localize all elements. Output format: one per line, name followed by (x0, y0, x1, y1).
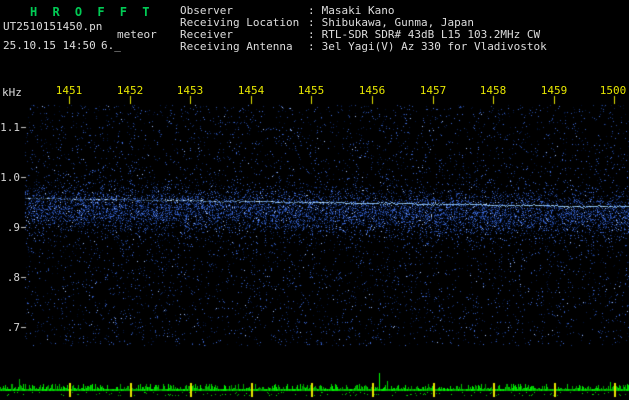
y-axis-unit: kHz (2, 86, 22, 99)
freq-tick-label: 1.0 (0, 171, 20, 184)
freq-tick-label: 1.1 (0, 121, 20, 134)
time-tick-label: 1455 (297, 84, 325, 97)
time-tick-label: 1453 (176, 84, 204, 97)
info-colon: : (308, 40, 315, 53)
time-tick-label: 1456 (358, 84, 386, 97)
time-tick-label: 1457 (419, 84, 447, 97)
app-title: H R O F F T (30, 5, 154, 19)
hrofft-window: H R O F F T UT2510151450.pn meteor 25.10… (0, 0, 629, 400)
time-tick-label: 1454 (237, 84, 265, 97)
info-value: 3el Yagi(V) Az 330 for Vladivostok (321, 40, 547, 53)
freq-tick-label: .7 (6, 321, 20, 334)
info-panel: Observer: Masaki Kano Receiving Location:… (180, 5, 547, 53)
freq-tick-label: .9 (6, 221, 20, 234)
time-tick-label: 1500 (599, 84, 627, 97)
info-row-antenna: Receiving Antenna:3el Yagi(V) Az 330 for… (180, 41, 547, 53)
time-tick-label: 1451 (55, 84, 83, 97)
station-name: meteor (117, 28, 157, 41)
spectrogram-canvas (0, 0, 629, 400)
time-tick-label: 1458 (479, 84, 507, 97)
freq-tick-label: .8 (6, 271, 20, 284)
start-datetime: 25.10.15 14:50 (3, 39, 96, 52)
output-filename: UT2510151450.pn (3, 20, 103, 33)
echo-counter: 6._ (101, 39, 121, 52)
time-tick-label: 1452 (116, 84, 144, 97)
info-label: Receiving Antenna (180, 40, 293, 53)
time-tick-label: 1459 (540, 84, 568, 97)
